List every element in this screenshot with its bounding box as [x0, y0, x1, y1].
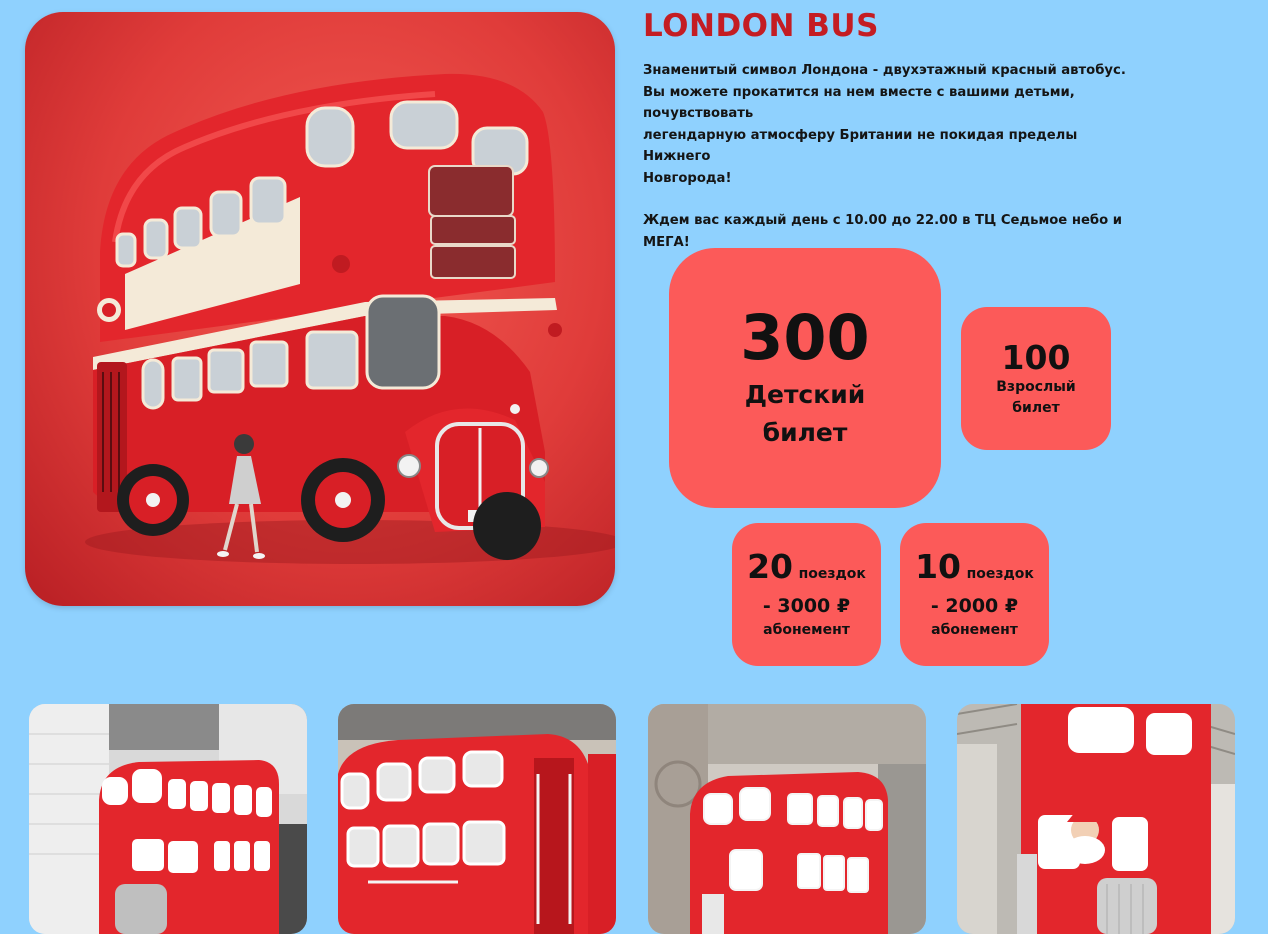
pass-label: абонемент [931, 622, 1018, 638]
pass-price: - 2000 ₽ [930, 595, 1019, 617]
child-ticket-card: 300 Детский билет [669, 248, 941, 508]
pass-count-row: 20 поездок [747, 548, 866, 593]
gallery-photo-4[interactable] [957, 704, 1235, 934]
child-ticket-label-line: Детский [744, 380, 866, 409]
pass-price: - 3000 ₽ [762, 595, 851, 617]
description-line: легендарную атмосферу Британии не покида… [643, 127, 1078, 165]
adult-ticket-card: 100 Взрослый билет [961, 307, 1111, 450]
schedule-line: МЕГА! [643, 234, 690, 250]
child-ticket-label-line: билет [762, 418, 848, 447]
gallery-photo-3[interactable] [648, 704, 926, 934]
description-line: Новгорода! [643, 170, 732, 186]
adult-ticket-price: 100 [1001, 337, 1071, 377]
pass-card-10: 10 поездок - 2000 ₽ абонемент [900, 523, 1049, 666]
double-decker-bus-illustration [85, 73, 615, 564]
hero-image [25, 12, 615, 606]
pass-count: 10 [915, 547, 961, 586]
schedule-paragraph: Ждем вас каждый день с 10.00 до 22.00 в … [643, 210, 1143, 253]
bus-photo-front-icon [648, 704, 926, 934]
bus-photo-closeup-icon [338, 704, 616, 934]
description-line: Знаменитый символ Лондона - двухэтажный … [643, 63, 1126, 78]
child-ticket-price: 300 [740, 301, 870, 374]
gallery-photo-1[interactable] [29, 704, 307, 934]
adult-ticket-label-line: билет [1012, 399, 1060, 416]
pass-count: 20 [747, 547, 793, 586]
page-title: LONDON BUS [643, 8, 879, 44]
pass-label: абонемент [763, 622, 850, 638]
description-paragraph: Знаменитый символ Лондона - двухэтажный … [643, 60, 1143, 189]
schedule-line: Ждем вас каждый день с 10.00 до 22.00 в … [643, 213, 1122, 228]
pass-card-20: 20 поездок - 3000 ₽ абонемент [732, 523, 881, 666]
description-line: Вы можете прокатится на нем вместе с ваш… [643, 84, 1075, 122]
pass-unit: поездок [798, 566, 866, 582]
description: Знаменитый символ Лондона - двухэтажный … [643, 60, 1143, 253]
bus-photo-santa-icon [957, 704, 1235, 934]
bus-photo-mall-icon [29, 704, 307, 934]
adult-ticket-label-line: Взрослый [996, 378, 1076, 395]
pass-unit: поездок [966, 566, 1034, 582]
pass-count-row: 10 поездок [915, 548, 1034, 593]
gallery-photo-2[interactable] [338, 704, 616, 934]
adult-ticket-label: Взрослый билет [996, 377, 1075, 419]
child-ticket-label: Детский билет [745, 376, 866, 452]
